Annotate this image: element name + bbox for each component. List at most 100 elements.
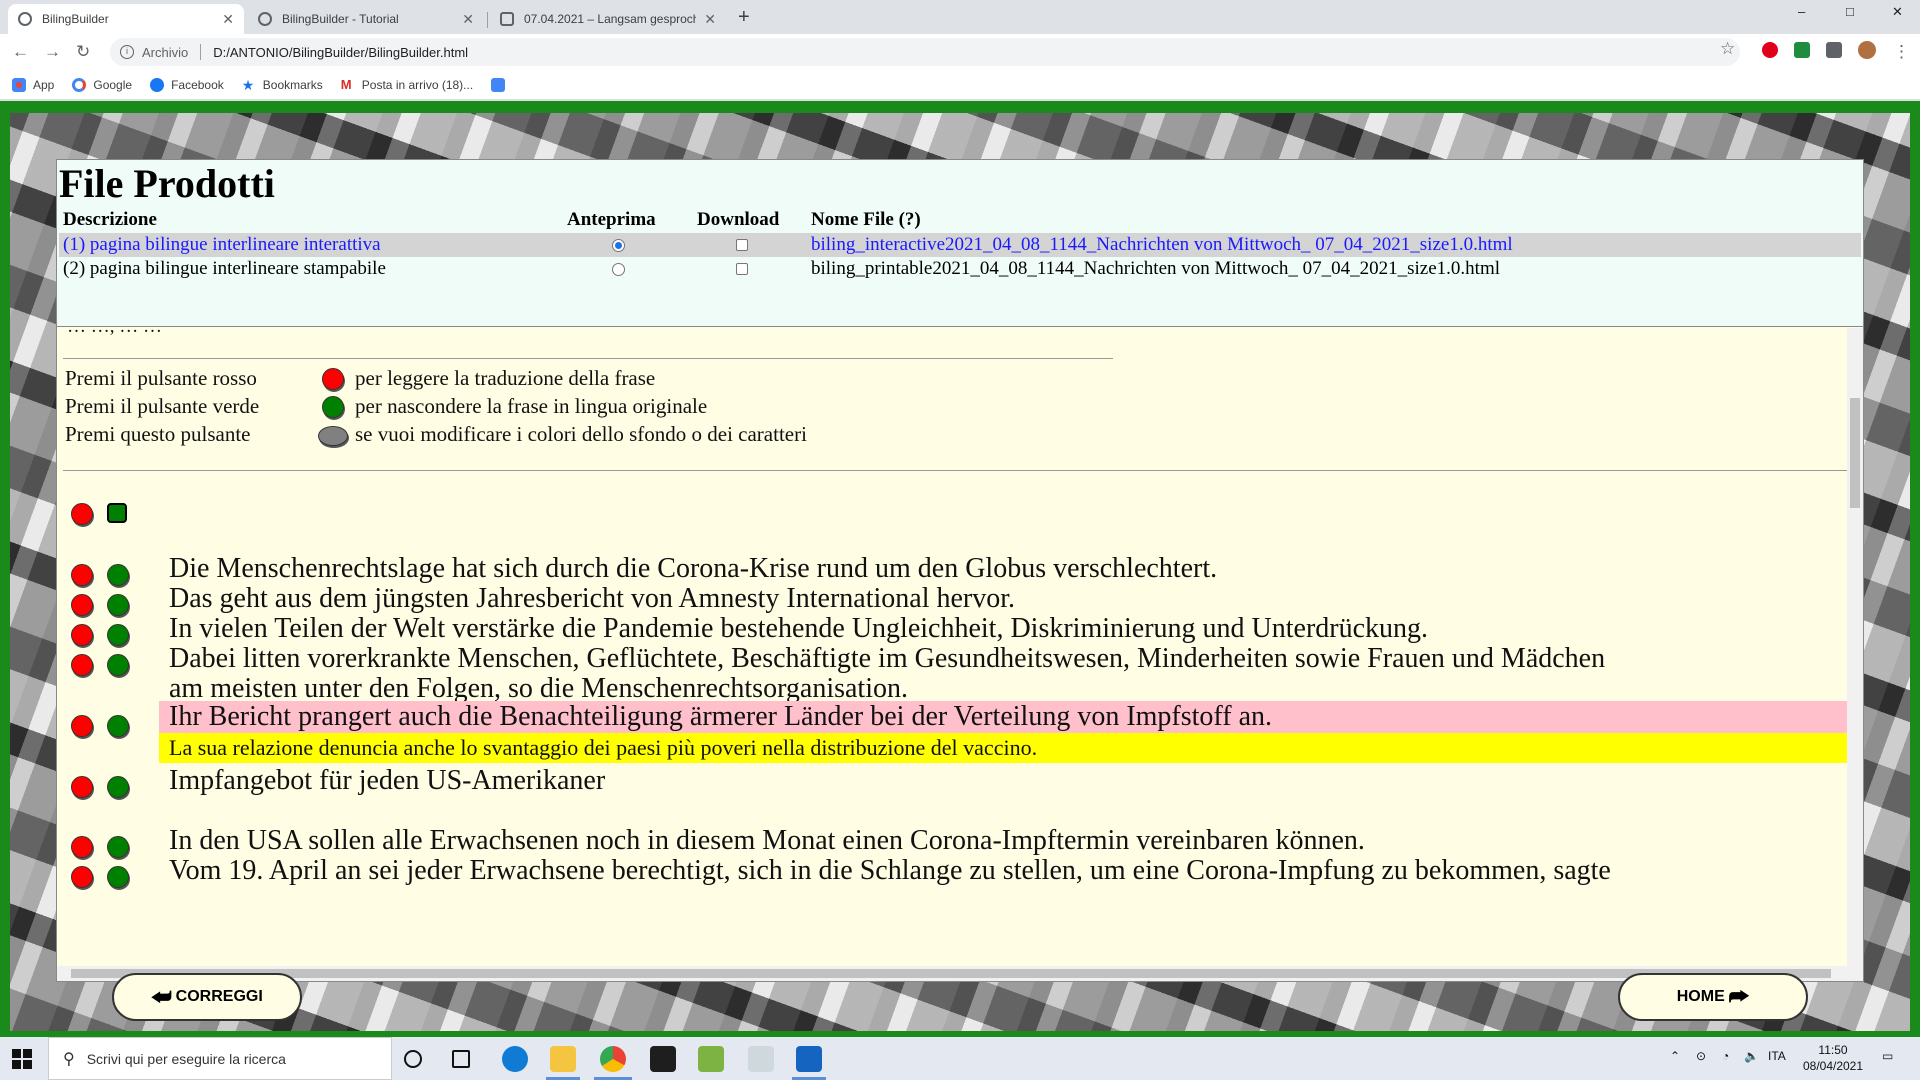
translate-button[interactable] [71, 594, 93, 616]
translate-button[interactable] [71, 836, 93, 858]
photos-icon[interactable] [796, 1046, 822, 1072]
bookmark-star-icon[interactable]: ☆ [1720, 39, 1735, 59]
edge-icon[interactable] [502, 1046, 528, 1072]
tray-chevron-icon[interactable]: ⌃ [1670, 1049, 1680, 1063]
tray-app-icon[interactable]: ⊙ [1696, 1049, 1706, 1063]
minimize-button[interactable]: – [1798, 4, 1805, 19]
bilingual-reader[interactable]: … …, … … Premi il pulsante rosso per leg… [57, 316, 1853, 981]
preview-radio[interactable] [612, 239, 625, 252]
tab-langsam[interactable]: 07.04.2021 – Langsam gesproche ✕ [490, 4, 726, 34]
taskbar-search[interactable]: ⚲ Scrivi qui per eseguire la ricerca [48, 1037, 392, 1080]
tab-bar: BilingBuilder ✕ BilingBuilder - Tutorial… [0, 0, 1920, 34]
hide-original-button[interactable] [107, 564, 129, 586]
translate-button[interactable] [71, 654, 93, 676]
files-title: File Prodotti [59, 161, 275, 206]
network-icon[interactable]: ◔ [1722, 1049, 1729, 1063]
info-icon[interactable]: i [120, 45, 134, 59]
terminal-icon[interactable] [650, 1046, 676, 1072]
translate-button[interactable] [71, 776, 93, 798]
translate-button[interactable] [71, 564, 93, 586]
bookmark-translate[interactable] [491, 77, 512, 92]
download-checkbox[interactable] [736, 263, 748, 275]
hide-original-button[interactable] [107, 594, 129, 616]
hide-original-button[interactable] [107, 776, 129, 798]
file-row[interactable]: (2) pagina bilingue interlineare stampab… [59, 257, 1861, 281]
back-icon[interactable]: ← [12, 42, 29, 62]
file-explorer-icon[interactable] [550, 1046, 576, 1072]
tab-title: BilingBuilder [42, 12, 109, 26]
file-row[interactable]: (1) pagina bilingue interlineare interat… [59, 233, 1861, 257]
address-url[interactable]: D:/ANTONIO/BilingBuilder/BilingBuilder.h… [213, 45, 468, 60]
tab-bilingbuilder[interactable]: BilingBuilder ✕ [8, 4, 244, 34]
header-filename[interactable]: Nome File (?) [811, 209, 921, 231]
horizontal-scrollbar[interactable] [57, 966, 1863, 981]
system-clock[interactable]: 11:50 08/04/2021 [1788, 1042, 1878, 1074]
apps-grid-icon [12, 77, 26, 92]
hide-original-button[interactable] [107, 715, 129, 737]
download-checkbox[interactable] [736, 239, 748, 251]
scrollbar-thumb[interactable] [1850, 398, 1860, 508]
forward-icon[interactable]: → [44, 42, 61, 62]
settings-pill-button[interactable] [318, 426, 348, 446]
legend-label: Premi il pulsante rosso [65, 366, 257, 390]
divider [63, 358, 1113, 359]
file-name[interactable]: biling_printable2021_04_08_1144_Nachrich… [811, 258, 1500, 280]
green-dot-icon [322, 396, 344, 418]
language-indicator[interactable]: ITA [1768, 1049, 1786, 1063]
globe-icon [18, 12, 32, 26]
extensions-icon[interactable] [1826, 42, 1842, 58]
notifications-icon[interactable]: ▭ [1882, 1049, 1893, 1063]
legend-text: per nascondere la frase in lingua origin… [355, 394, 708, 418]
chrome-icon[interactable] [600, 1046, 626, 1072]
bookmark-label: Facebook [171, 77, 224, 92]
shield-extension-icon[interactable] [1794, 42, 1810, 58]
show-all-translations-button[interactable] [71, 503, 93, 525]
scrollbar-thumb[interactable] [71, 969, 1831, 978]
correggi-label: CORREGGI [175, 988, 263, 1005]
hide-original-button[interactable] [107, 654, 129, 676]
hide-original-button[interactable] [107, 624, 129, 646]
tab-tutorial[interactable]: BilingBuilder - Tutorial ✕ [248, 4, 484, 34]
task-view-icon[interactable] [452, 1050, 470, 1068]
menu-icon[interactable]: ⋮ [1893, 42, 1910, 62]
close-tab-icon[interactable]: ✕ [462, 11, 474, 28]
toggle-all-originals-button[interactable] [107, 503, 127, 523]
address-bar[interactable]: i Archivio D:/ANTONIO/BilingBuilder/Bili… [110, 38, 1740, 66]
cortana-icon[interactable] [404, 1050, 422, 1068]
search-icon: ⚲ [63, 1050, 75, 1068]
volume-icon[interactable]: 🔈 [1744, 1049, 1759, 1063]
tab-separator [487, 12, 488, 28]
windows-taskbar: ⚲ Scrivi qui per eseguire la ricerca ⌃ ⊙… [0, 1037, 1920, 1080]
bookmark-app[interactable]: App [12, 77, 54, 92]
vertical-scrollbar[interactable] [1847, 328, 1863, 968]
reload-icon[interactable]: ↻ [76, 42, 90, 62]
file-name[interactable]: biling_interactive2021_04_08_1144_Nachri… [811, 234, 1513, 256]
opera-extension-icon[interactable] [1762, 42, 1778, 58]
close-window-button[interactable]: ✕ [1892, 4, 1903, 20]
maximize-button[interactable]: □ [1846, 4, 1854, 19]
bookmark-google[interactable]: Google [72, 77, 132, 92]
correggi-button[interactable]: ⮨ CORREGGI [112, 973, 302, 1021]
new-tab-button[interactable]: + [738, 6, 750, 29]
translate-button[interactable] [71, 715, 93, 737]
legend-text: per leggere la traduzione della frase [355, 366, 656, 390]
clock-date: 08/04/2021 [1802, 1059, 1864, 1073]
home-button[interactable]: HOME ⮫ [1618, 973, 1808, 1021]
avatar[interactable] [1858, 41, 1876, 59]
translate-button[interactable] [71, 866, 93, 888]
bookmark-facebook[interactable]: Facebook [150, 77, 224, 92]
browser-toolbar: ← → ↻ i Archivio D:/ANTONIO/BilingBuilde… [0, 34, 1920, 70]
preview-radio[interactable] [612, 263, 625, 276]
bookmark-gmail[interactable]: M Posta in arrivo (18)... [341, 77, 473, 92]
notepad-icon[interactable] [698, 1046, 724, 1072]
windows-start-icon[interactable] [12, 1049, 32, 1069]
media-icon [500, 12, 514, 26]
translate-button[interactable] [71, 624, 93, 646]
close-tab-icon[interactable]: ✕ [704, 11, 716, 28]
close-tab-icon[interactable]: ✕ [222, 11, 234, 28]
paint-icon[interactable] [748, 1046, 774, 1072]
sentence-highlighted: Ihr Bericht prangert auch die Benachteil… [159, 701, 1847, 733]
hide-original-button[interactable] [107, 836, 129, 858]
hide-original-button[interactable] [107, 866, 129, 888]
bookmark-bookmarks[interactable]: ★ Bookmarks [242, 78, 323, 92]
